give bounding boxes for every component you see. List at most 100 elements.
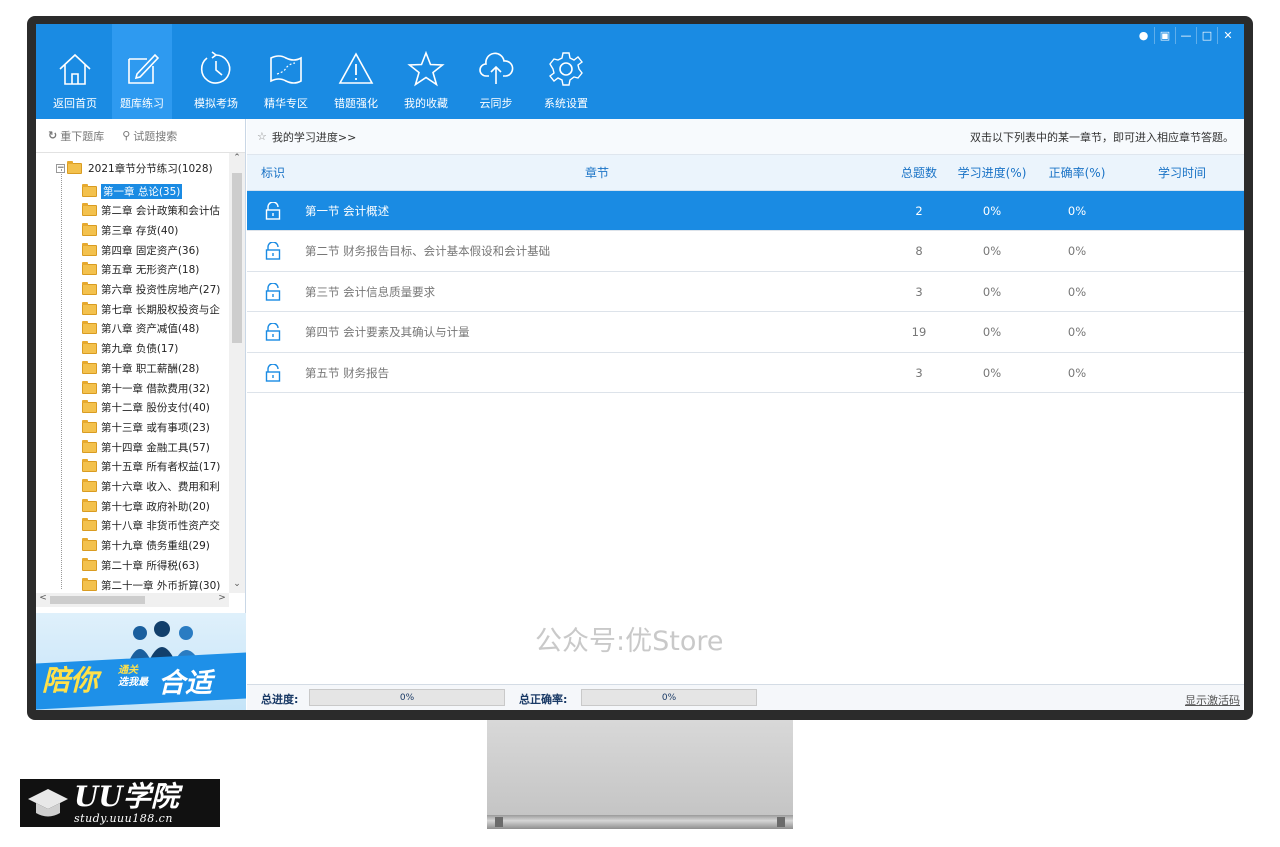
maximize-button[interactable]: □ [1196, 27, 1217, 44]
header-progress: 学习进度(%) [957, 166, 1027, 180]
tree-chapter-label: 第一章 总论(35) [101, 183, 183, 199]
section-time [1152, 232, 1212, 271]
tree-horizontal-scrollbar[interactable]: < > [36, 593, 229, 607]
section-total: 8 [915, 244, 923, 258]
tree-chapter-item[interactable]: 第十四章 金融工具(57) [82, 437, 210, 457]
unlock-icon [265, 191, 283, 230]
tool-home-label: 返回首页 [53, 97, 97, 110]
tool-favorites-button[interactable]: 我的收藏 [396, 24, 456, 119]
section-row[interactable]: 第一节 会计概述 2 0% 0% [247, 191, 1244, 231]
tree-chapter-item[interactable]: 第七章 长期股权投资与企 [82, 299, 220, 319]
tree-chapter-label: 第十三章 或有事项(23) [101, 421, 210, 434]
tree-chapter-label: 第三章 存货(40) [101, 224, 179, 237]
section-progress: 0% [982, 365, 1002, 380]
tool-favorites-label: 我的收藏 [404, 97, 448, 110]
tree-chapter-item[interactable]: 第十三章 或有事项(23) [82, 417, 210, 437]
section-row[interactable]: 第四节 会计要素及其确认与计量 19 0% 0% [247, 313, 1244, 353]
folder-icon [82, 242, 97, 256]
scroll-thumb[interactable] [232, 173, 242, 343]
home-icon [59, 53, 91, 85]
show-activation-code-link[interactable]: 显示激活码 [1185, 692, 1240, 708]
tool-highlights-button[interactable]: 精华专区 [256, 24, 316, 119]
tool-mistakes-button[interactable]: 错题强化 [326, 24, 386, 119]
tree-chapter-item[interactable]: 第十七章 政府补助(20) [82, 496, 210, 516]
tree-chapter-item[interactable]: 第五章 无形资产(18) [82, 260, 199, 280]
tree-chapter-item[interactable]: 第十二章 股份支付(40) [82, 398, 210, 418]
close-button[interactable]: ✕ [1217, 27, 1238, 44]
tree-chapter-item[interactable]: 第九章 负债(17) [82, 339, 178, 359]
section-time [1152, 272, 1212, 311]
tree-chapter-item[interactable]: 第八章 资产减值(48) [82, 319, 199, 339]
header-time: 学习时间 [1157, 166, 1206, 180]
tree-chapter-label: 第十九章 债务重组(29) [101, 540, 210, 553]
promo-banner[interactable]: 陪你 通关 选我最 合适 [36, 613, 246, 710]
minimize-button[interactable]: — [1175, 27, 1196, 44]
tree-chapter-item[interactable]: 第二章 会计政策和会计估 [82, 201, 220, 221]
tool-settings-label: 系统设置 [544, 97, 588, 110]
tree-chapter-item[interactable]: 第六章 投资性房地产(27) [82, 280, 220, 300]
tool-sync-button[interactable]: 云同步 [466, 24, 526, 119]
main-toolbar: 返回首页 题库练习 模拟考场 精华专区 错题强化 我的收藏 云同步 系统设置 ●… [36, 24, 1244, 119]
folder-icon [82, 203, 97, 217]
section-row[interactable]: 第三节 会计信息质量要求 3 0% 0% [247, 272, 1244, 312]
tree-chapter-item[interactable]: 第三章 存货(40) [82, 220, 178, 240]
tree-chapter-label: 第二章 会计政策和会计估 [101, 205, 220, 218]
tool-home-button[interactable]: 返回首页 [45, 24, 105, 119]
tree-chapter-label: 第十二章 股份支付(40) [101, 402, 210, 415]
scroll-up-icon[interactable]: ⌃ [229, 153, 245, 167]
tree-root[interactable]: − 2021章节分节练习(1028) [56, 161, 213, 176]
unlock-icon [265, 313, 283, 352]
section-accuracy: 0% [1067, 244, 1087, 258]
tree-chapter-item[interactable]: 第十一章 借款费用(32) [82, 378, 210, 398]
tree-chapter-label: 第十章 职工薪酬(28) [101, 362, 200, 375]
menu-icon[interactable]: ▣ [1154, 27, 1175, 44]
badge-url: study.uuu188.cn [74, 811, 173, 825]
badge-brand: UU学院 [74, 779, 179, 813]
folder-icon [82, 321, 97, 335]
collapse-icon[interactable]: − [56, 164, 65, 173]
scroll-left-icon[interactable]: < [36, 593, 50, 607]
tree-chapter-item[interactable]: 第十五章 所有者权益(17) [82, 457, 220, 477]
tree-chapter-item[interactable]: 第二十章 所得税(63) [82, 555, 199, 575]
tree-chapter-item[interactable]: 第四章 固定资产(36) [82, 240, 199, 260]
tree-vertical-scrollbar[interactable]: ⌃ ⌄ [229, 153, 245, 593]
tree-chapter-label: 第十六章 收入、费用和利 [101, 481, 220, 493]
tree-chapter-label: 第四章 固定资产(36) [101, 244, 200, 257]
section-row[interactable]: 第二节 财务报告目标、会计基本假设和会计基础 8 0% 0% [247, 232, 1244, 272]
tree-chapter-item[interactable]: 第十九章 债务重组(29) [82, 536, 210, 556]
total-progress-bar: 0% [309, 689, 505, 706]
section-name: 第五节 财务报告 [305, 365, 390, 380]
hscroll-thumb[interactable] [50, 596, 145, 604]
section-progress: 0% [982, 284, 1002, 299]
user-icon[interactable]: ● [1133, 27, 1154, 44]
tree-chapter-item[interactable]: 第一章 总论(35) [82, 181, 183, 201]
tree-chapter-label: 第六章 投资性房地产(27) [101, 284, 221, 296]
tool-exam-button[interactable]: 模拟考场 [186, 24, 246, 119]
section-accuracy: 0% [1067, 365, 1087, 380]
folder-icon [82, 282, 97, 295]
tree-chapter-item[interactable]: 第二十一章 外币折算(30) [82, 575, 220, 593]
tree-chapter-item[interactable]: 第十八章 非货币性资产交 [82, 516, 220, 536]
folder-icon [82, 518, 97, 532]
tree-chapter-label: 第十四章 金融工具(57) [101, 441, 210, 454]
header-section: 章节 [584, 166, 609, 180]
tool-settings-button[interactable]: 系统设置 [536, 24, 596, 119]
reload-bank-button[interactable]: ↻ 重下题库 [48, 128, 104, 144]
tool-practice-button[interactable]: 题库练习 [112, 24, 172, 119]
search-question-button[interactable]: ⚲ 试题搜索 [122, 128, 177, 144]
section-progress: 0% [982, 244, 1002, 258]
scroll-down-icon[interactable]: ⌄ [229, 579, 245, 593]
scroll-right-icon[interactable]: > [215, 593, 229, 607]
tree-chapter-label: 第九章 负债(17) [101, 343, 179, 356]
tree-chapter-label: 第十五章 所有者权益(17) [101, 461, 221, 474]
section-row[interactable]: 第五节 财务报告 3 0% 0% [247, 353, 1244, 393]
folder-icon [82, 222, 97, 236]
chapter-tree: − 2021章节分节练习(1028) 第一章 总论(35) 第二章 会计政策和会计… [36, 153, 246, 593]
section-time [1152, 313, 1212, 352]
section-progress: 0% [982, 203, 1002, 218]
total-accuracy-label: 总正确率: [519, 693, 568, 706]
tool-highlights-label: 精华专区 [264, 97, 308, 110]
tool-sync-label: 云同步 [479, 97, 513, 110]
tree-chapter-item[interactable]: 第十章 职工薪酬(28) [82, 358, 199, 378]
tree-chapter-item[interactable]: 第十六章 收入、费用和利 [82, 477, 220, 497]
